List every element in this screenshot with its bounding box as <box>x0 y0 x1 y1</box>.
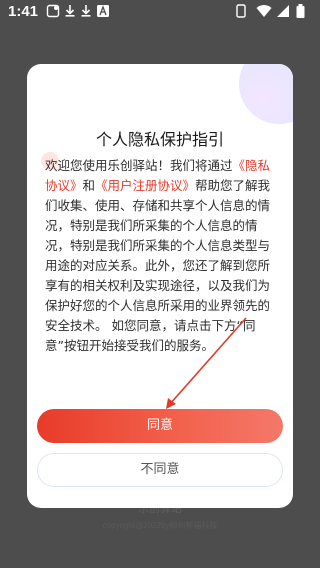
annotation-arrow <box>166 317 247 409</box>
